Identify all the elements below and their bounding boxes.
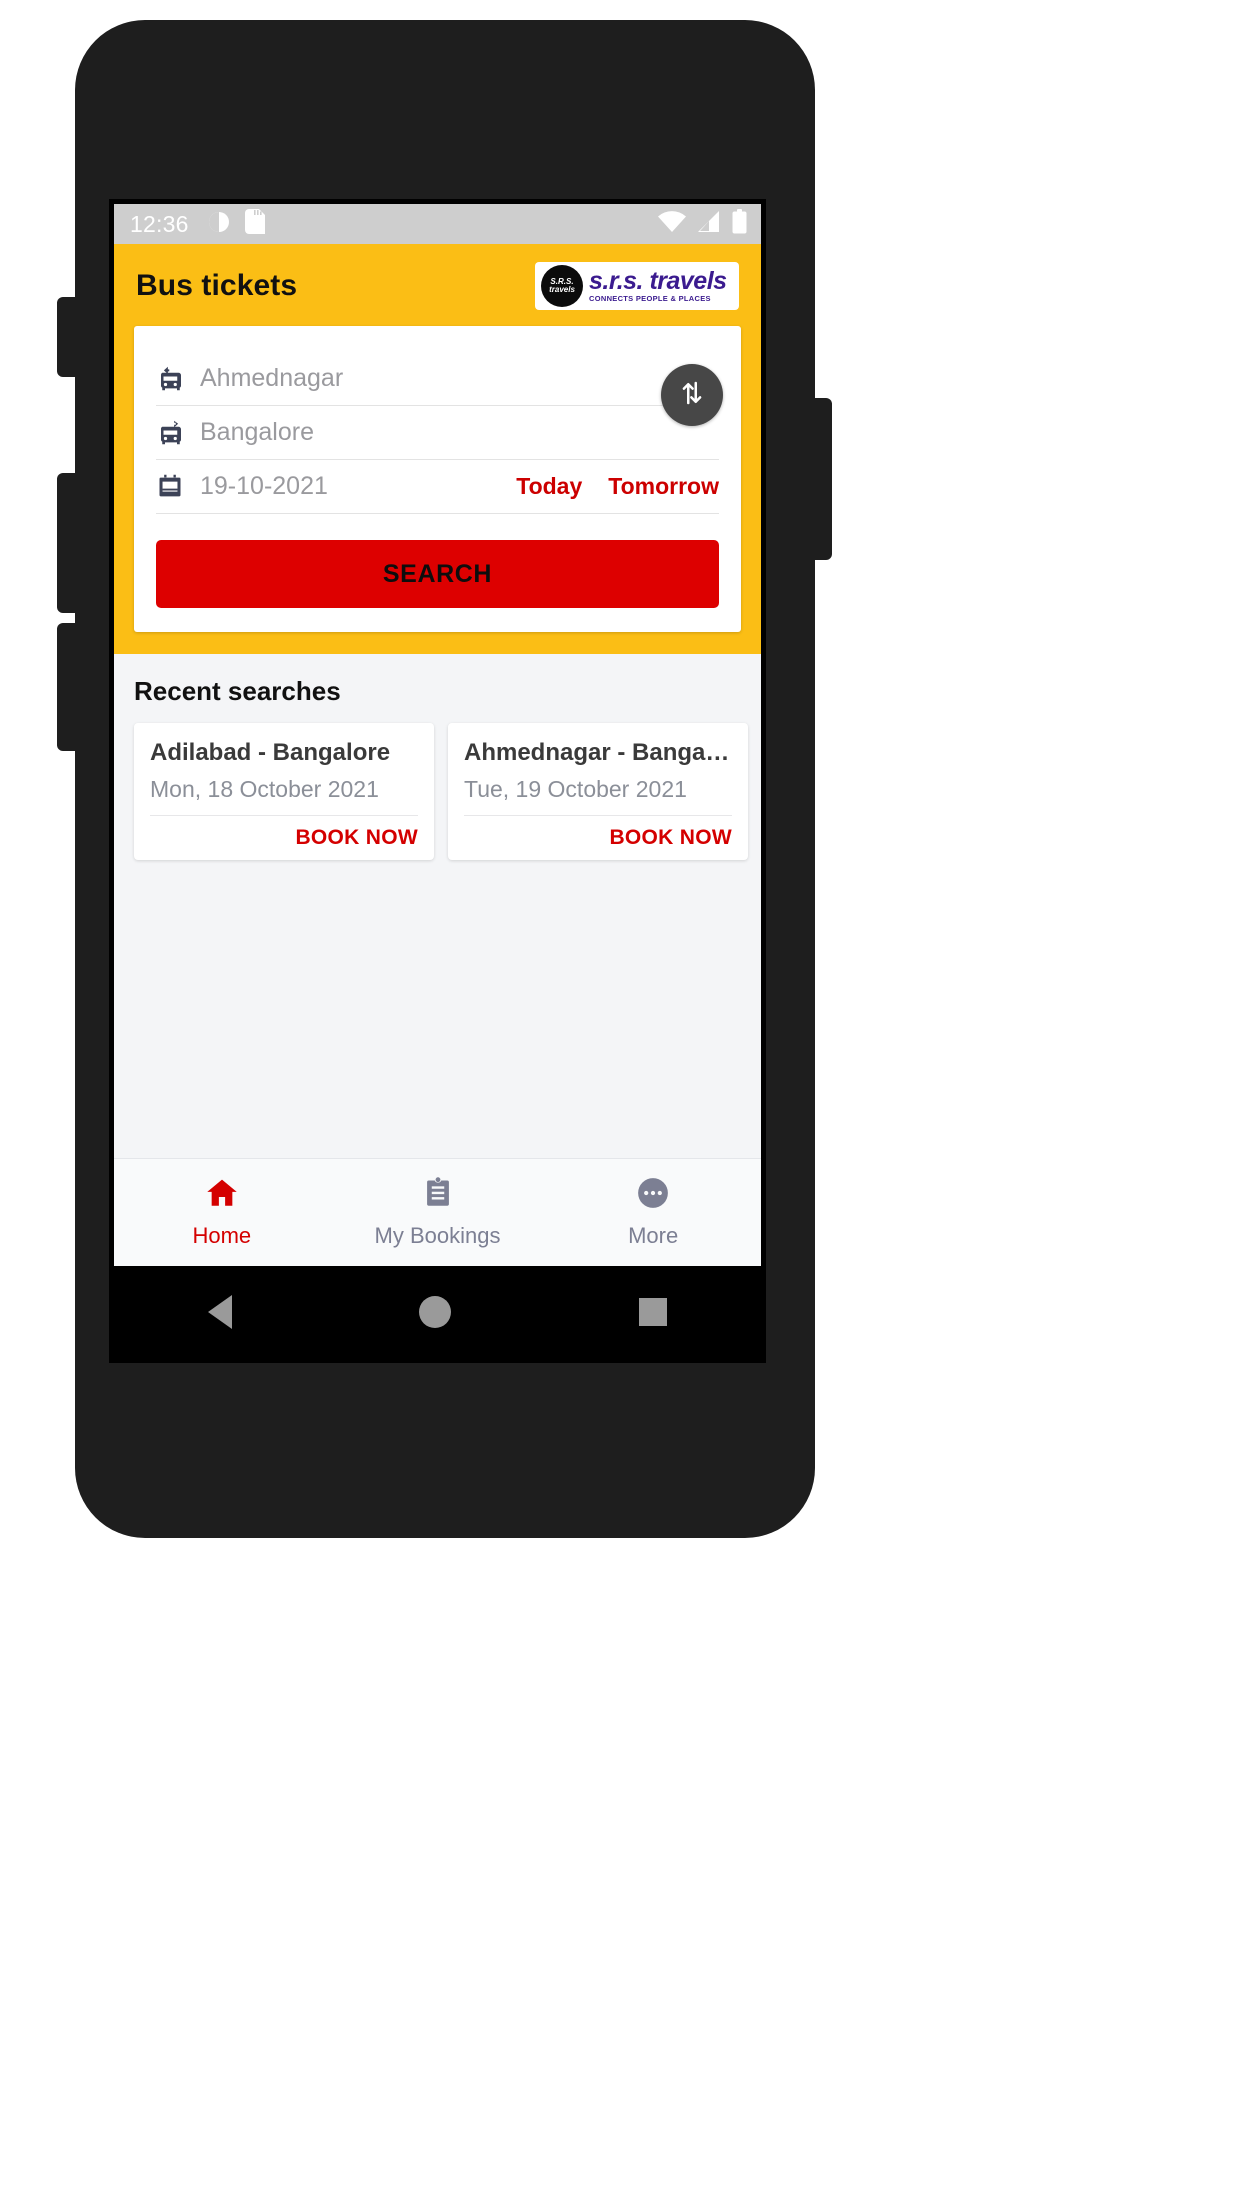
bottom-navigation: Home My Bookings More — [114, 1158, 761, 1266]
wifi-icon — [658, 210, 686, 238]
date-field-row: 19-10-2021 Today Tomorrow — [156, 460, 719, 514]
brand-logo-badge-line2: travels — [549, 285, 575, 294]
brand-logo-badge: S.R.S. travels — [541, 265, 583, 307]
status-left-icons — [207, 209, 265, 239]
quick-date-tomorrow[interactable]: Tomorrow — [582, 473, 719, 500]
nav-label-my-bookings: My Bookings — [374, 1223, 501, 1248]
phone-button-volume-up[interactable] — [57, 473, 81, 613]
phone-button-mute[interactable] — [57, 297, 81, 377]
book-now-button[interactable]: BOOK NOW — [150, 816, 418, 850]
nav-label-home: Home — [192, 1223, 252, 1248]
source-field[interactable]: Ahmednagar — [156, 352, 719, 406]
recent-search-card[interactable]: Ahmednagar - Bangalo... Tue, 19 October … — [448, 723, 748, 860]
search-button[interactable]: SEARCH — [156, 540, 719, 608]
calendar-icon — [156, 473, 190, 501]
recent-date: Tue, 19 October 2021 — [464, 776, 732, 816]
phone-button-power[interactable] — [808, 398, 832, 560]
search-card: Ahmednagar Bangalore 19-10-2021 Today To… — [134, 326, 741, 632]
page-title: Bus tickets — [136, 269, 298, 302]
status-right-icons — [658, 209, 747, 239]
home-circle-icon[interactable] — [419, 1296, 452, 1328]
recent-searches-title: Recent searches — [134, 676, 341, 706]
nav-item-home[interactable]: Home — [114, 1176, 330, 1249]
bus-departing-icon — [156, 418, 190, 448]
source-value: Ahmednagar — [200, 364, 344, 392]
home-icon — [204, 1176, 240, 1215]
battery-icon — [732, 209, 747, 239]
cellular-signal-icon — [697, 210, 721, 238]
recent-searches-list: Adilabad - Bangalore Mon, 18 October 202… — [134, 723, 748, 860]
book-now-button[interactable]: BOOK NOW — [464, 816, 732, 850]
system-navigation-bar — [114, 1266, 761, 1358]
screen-content: 12:36 Bus tickets S.R.S. travels s.r.s. … — [114, 204, 761, 1358]
recent-search-card[interactable]: Adilabad - Bangalore Mon, 18 October 202… — [134, 723, 434, 860]
recent-date: Mon, 18 October 2021 — [150, 776, 418, 816]
recent-searches-section: Recent searches Adilabad - Bangalore Mon… — [114, 654, 761, 917]
recents-square-icon[interactable] — [639, 1298, 668, 1326]
brand-logo-text: s.r.s. travels — [589, 268, 727, 295]
destination-value: Bangalore — [200, 418, 314, 446]
empty-content-area — [114, 917, 761, 1158]
swap-cities-button[interactable] — [661, 364, 723, 426]
nav-item-my-bookings[interactable]: My Bookings — [330, 1176, 546, 1249]
nav-item-more[interactable]: More — [545, 1176, 761, 1249]
phone-button-volume-down[interactable] — [57, 623, 81, 751]
destination-field[interactable]: Bangalore — [156, 406, 719, 460]
brand-logo: S.R.S. travels s.r.s. travels CONNECTS P… — [535, 262, 739, 310]
search-hero: Ahmednagar Bangalore 19-10-2021 Today To… — [114, 320, 761, 654]
bus-arriving-icon — [156, 364, 190, 394]
status-time: 12:36 — [130, 210, 189, 237]
quick-date-today[interactable]: Today — [490, 473, 582, 500]
more-dots-icon — [636, 1176, 670, 1215]
sd-card-icon — [244, 209, 265, 239]
screenshot-root: 12:36 Bus tickets S.R.S. travels s.r.s. … — [0, 0, 1242, 2208]
back-triangle-icon[interactable] — [207, 1295, 232, 1329]
status-bar: 12:36 — [114, 204, 761, 244]
phone-screen: 12:36 Bus tickets S.R.S. travels s.r.s. … — [109, 199, 766, 1363]
app-bar: Bus tickets S.R.S. travels s.r.s. travel… — [114, 244, 761, 320]
swap-vertical-icon — [677, 378, 707, 413]
date-value[interactable]: 19-10-2021 — [190, 472, 328, 501]
nav-label-more: More — [628, 1223, 679, 1248]
recent-route: Ahmednagar - Bangalo... — [464, 739, 732, 766]
do-not-disturb-icon — [207, 210, 231, 239]
brand-logo-tagline: CONNECTS PEOPLE & PLACES — [589, 293, 711, 303]
clipboard-icon — [421, 1176, 455, 1215]
recent-route: Adilabad - Bangalore — [150, 739, 391, 766]
